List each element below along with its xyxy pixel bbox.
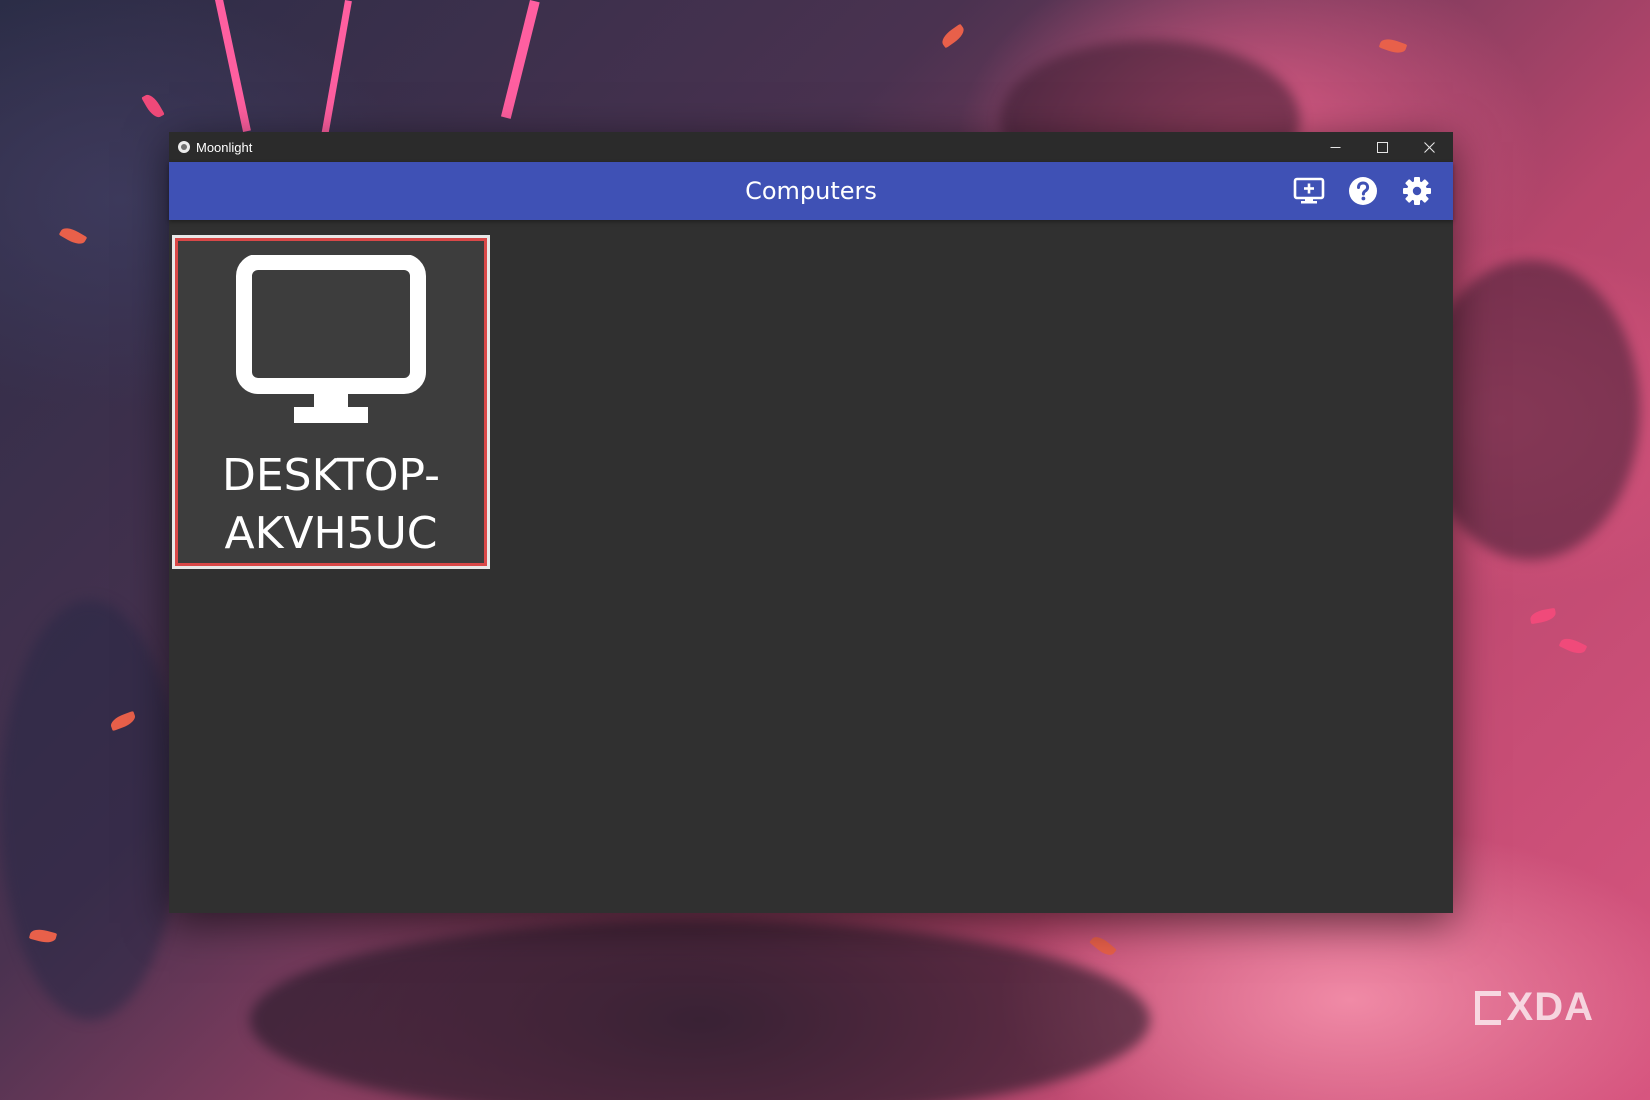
xda-watermark: XDA bbox=[1474, 985, 1594, 1030]
monitor-plus-icon bbox=[1293, 177, 1325, 204]
monitor-icon bbox=[236, 255, 426, 423]
computer-tile[interactable]: DESKTOP- AKVH5UC bbox=[172, 235, 490, 569]
app-toolbar: Computers bbox=[169, 162, 1453, 220]
settings-button[interactable] bbox=[1401, 175, 1433, 207]
xda-watermark-text: XDA bbox=[1506, 985, 1594, 1029]
window-controls bbox=[1312, 132, 1453, 162]
help-button[interactable] bbox=[1347, 175, 1379, 207]
computer-name-line-1: DESKTOP- bbox=[221, 450, 440, 501]
computer-tile-body: DESKTOP- AKVH5UC bbox=[178, 241, 484, 563]
title-bar[interactable]: Moonlight bbox=[169, 132, 1453, 162]
moonlight-window: Moonlight Computers DESKTOP- AKVH5UC bbox=[169, 132, 1453, 913]
close-button[interactable] bbox=[1406, 132, 1453, 162]
computer-name-line-2: AKVH5UC bbox=[224, 508, 438, 559]
add-pc-button[interactable] bbox=[1293, 175, 1325, 207]
toolbar-actions bbox=[1293, 162, 1433, 220]
minimize-button[interactable] bbox=[1312, 132, 1359, 162]
computers-grid: DESKTOP- AKVH5UC bbox=[169, 220, 1453, 913]
page-title: Computers bbox=[745, 177, 877, 205]
minimize-icon bbox=[1330, 146, 1341, 148]
gear-icon bbox=[1403, 177, 1431, 205]
window-title: Moonlight bbox=[196, 139, 253, 155]
maximize-icon bbox=[1377, 141, 1388, 153]
close-icon bbox=[1424, 141, 1435, 153]
xda-logo-bracket-icon bbox=[1474, 990, 1501, 1025]
help-circle-icon bbox=[1349, 177, 1377, 205]
moonlight-app-icon bbox=[178, 141, 190, 153]
maximize-button[interactable] bbox=[1359, 132, 1406, 162]
computer-name: DESKTOP- AKVH5UC bbox=[178, 447, 484, 563]
